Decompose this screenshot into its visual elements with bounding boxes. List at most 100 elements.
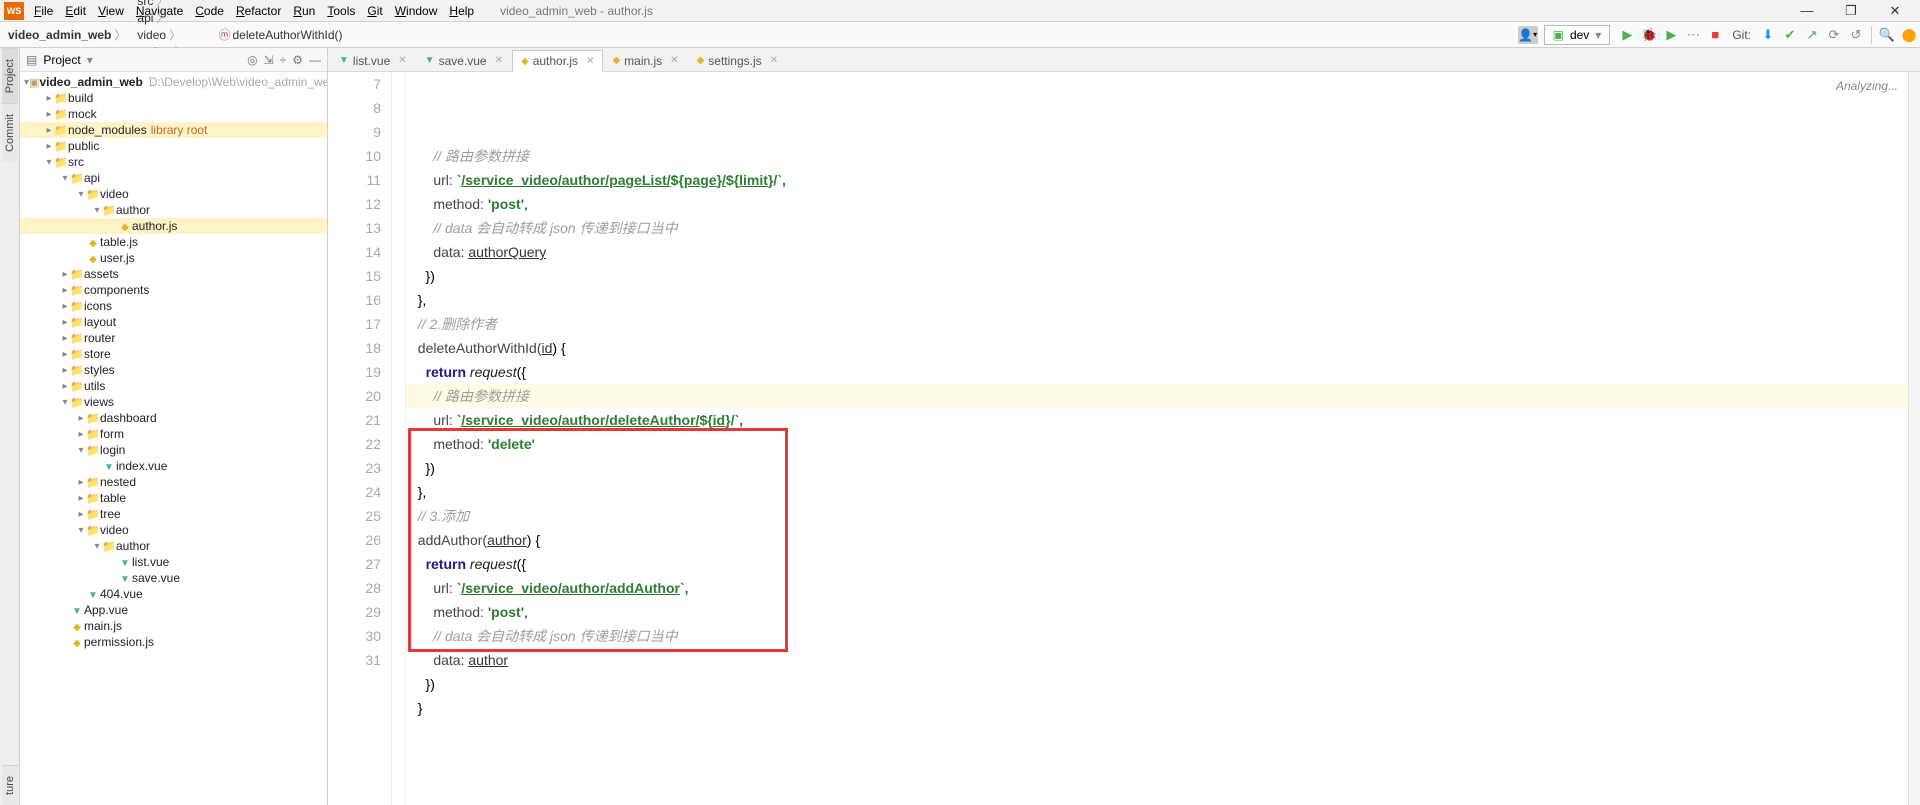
git-commit-button[interactable]: ✔ xyxy=(1781,26,1799,44)
tree-item[interactable]: ▾author xyxy=(20,202,327,218)
breadcrumb-item[interactable]: video〉 xyxy=(133,26,214,43)
coverage-button[interactable]: ▶ xyxy=(1662,26,1680,44)
code-line[interactable]: url: `/service_video/author/pageList/${p… xyxy=(410,168,1908,192)
tree-item[interactable]: ▸table xyxy=(20,490,327,506)
tree-item[interactable]: ▾api xyxy=(20,170,327,186)
git-history-button[interactable]: ⟳ xyxy=(1825,26,1843,44)
tree-item[interactable]: main.js xyxy=(20,618,327,634)
tree-item[interactable]: user.js xyxy=(20,250,327,266)
code-line[interactable]: } xyxy=(410,696,1908,720)
target-icon[interactable]: ◎ xyxy=(247,53,257,67)
close-tab-icon[interactable]: ✕ xyxy=(770,55,778,66)
git-revert-button[interactable]: ↺ xyxy=(1847,26,1865,44)
breadcrumb-item[interactable]: api〉 xyxy=(133,9,214,26)
fold-column[interactable] xyxy=(392,72,406,805)
tree-item[interactable]: table.js xyxy=(20,234,327,250)
rail-tab-project[interactable]: Project xyxy=(2,48,18,103)
editor-tab[interactable]: main.js✕ xyxy=(603,49,687,71)
project-view-title[interactable]: Project xyxy=(43,53,80,67)
code-editor[interactable]: Analyzing... // 路由参数拼接 url: `/service_vi… xyxy=(406,72,1908,805)
git-update-button[interactable]: ⬇ xyxy=(1759,26,1777,44)
tree-item[interactable]: App.vue xyxy=(20,602,327,618)
tree-item[interactable]: ▾views xyxy=(20,394,327,410)
close-tab-icon[interactable]: ✕ xyxy=(586,56,594,67)
tree-item[interactable]: ▸store xyxy=(20,346,327,362)
code-line[interactable]: // 路由参数拼接 xyxy=(410,384,1908,408)
hide-icon[interactable]: — xyxy=(309,53,321,67)
tree-item[interactable]: ▾video xyxy=(20,186,327,202)
menu-help[interactable]: Help xyxy=(443,4,480,18)
tree-item[interactable]: ▸tree xyxy=(20,506,327,522)
code-line[interactable]: }) xyxy=(410,672,1908,696)
editor-tab[interactable]: settings.js✕ xyxy=(688,49,787,71)
tree-item[interactable]: ▸dashboard xyxy=(20,410,327,426)
tree-item[interactable]: ▸icons xyxy=(20,298,327,314)
tree-item[interactable]: permission.js xyxy=(20,634,327,650)
code-line[interactable]: return request({ xyxy=(410,552,1908,576)
rail-tab-commit[interactable]: Commit xyxy=(2,103,18,162)
tree-item[interactable]: ▸router xyxy=(20,330,327,346)
tree-item[interactable]: ▸node_moduleslibrary root xyxy=(20,122,327,138)
window-maximize-button[interactable]: ❐ xyxy=(1842,2,1860,20)
chevron-down-icon[interactable]: ▾ xyxy=(87,53,93,67)
code-line[interactable]: method: 'delete' xyxy=(410,432,1908,456)
menu-git[interactable]: Git xyxy=(361,4,388,18)
tree-item[interactable]: ▾login xyxy=(20,442,327,458)
code-line[interactable]: // 路由参数拼接 xyxy=(410,144,1908,168)
breadcrumb-project[interactable]: video_admin_web〉 xyxy=(4,26,133,43)
debug-button[interactable]: 🐞 xyxy=(1640,26,1658,44)
code-line[interactable]: // 3.添加 xyxy=(410,504,1908,528)
stop-button[interactable]: ■ xyxy=(1706,26,1724,44)
code-line[interactable]: }) xyxy=(410,264,1908,288)
code-line[interactable]: data: author xyxy=(410,648,1908,672)
menu-file[interactable]: File xyxy=(28,4,59,18)
close-tab-icon[interactable]: ✕ xyxy=(398,55,406,66)
editor-tab[interactable]: list.vue✕ xyxy=(330,49,416,71)
expand-icon[interactable]: ⇲ xyxy=(264,53,274,67)
project-tree[interactable]: ▾ video_admin_web D:\Develop\Web\video_a… xyxy=(20,72,327,805)
tree-item[interactable]: ▸layout xyxy=(20,314,327,330)
menu-edit[interactable]: Edit xyxy=(59,4,92,18)
code-line[interactable]: }, xyxy=(410,480,1908,504)
window-minimize-button[interactable]: — xyxy=(1798,2,1816,20)
tree-item[interactable]: list.vue xyxy=(20,554,327,570)
code-line[interactable]: data: authorQuery xyxy=(410,240,1908,264)
collapse-icon[interactable]: ÷ xyxy=(280,53,287,67)
menu-refactor[interactable]: Refactor xyxy=(230,4,287,18)
profile-button[interactable]: ⋯ xyxy=(1684,26,1702,44)
tree-item[interactable]: ▸form xyxy=(20,426,327,442)
menu-view[interactable]: View xyxy=(92,4,130,18)
tree-item[interactable]: save.vue xyxy=(20,570,327,586)
tree-item[interactable]: ▾video xyxy=(20,522,327,538)
git-push-button[interactable]: ↗ xyxy=(1803,26,1821,44)
gear-icon[interactable]: ⚙ xyxy=(292,53,303,67)
tree-item[interactable]: ▸styles xyxy=(20,362,327,378)
code-line[interactable]: url: `/service_video/author/deleteAuthor… xyxy=(410,408,1908,432)
code-line[interactable]: // data 会自动转成 json 传递到接口当中 xyxy=(410,216,1908,240)
tree-item[interactable]: ▸utils xyxy=(20,378,327,394)
run-button[interactable]: ▶ xyxy=(1618,26,1636,44)
tree-item[interactable]: ▸public xyxy=(20,138,327,154)
tree-item[interactable]: author.js xyxy=(20,218,327,234)
editor-tab[interactable]: save.vue✕ xyxy=(416,49,512,71)
tree-item[interactable]: 404.vue xyxy=(20,586,327,602)
code-line[interactable]: }) xyxy=(410,456,1908,480)
rail-tab-structure[interactable]: ture xyxy=(2,765,18,805)
menu-run[interactable]: Run xyxy=(287,4,321,18)
code-line[interactable]: return request({ xyxy=(410,360,1908,384)
code-line[interactable]: method: 'post', xyxy=(410,192,1908,216)
close-tab-icon[interactable]: ✕ xyxy=(495,55,503,66)
code-line[interactable]: url: `/service_video/author/addAuthor`, xyxy=(410,576,1908,600)
tree-item[interactable]: ▸mock xyxy=(20,106,327,122)
code-line[interactable]: // 2.删除作者 xyxy=(410,312,1908,336)
code-line[interactable]: }, xyxy=(410,288,1908,312)
window-close-button[interactable]: ✕ xyxy=(1886,2,1904,20)
tree-item[interactable]: ▸assets xyxy=(20,266,327,282)
error-stripe[interactable] xyxy=(1908,72,1920,805)
tree-item[interactable]: ▾src xyxy=(20,154,327,170)
ide-settings-button[interactable]: ⬤ xyxy=(1900,26,1918,44)
code-line[interactable]: // data 会自动转成 json 传递到接口当中 xyxy=(410,624,1908,648)
tree-item[interactable]: ▸components xyxy=(20,282,327,298)
breadcrumb-item[interactable]: src〉 xyxy=(133,0,214,9)
user-icon[interactable]: 👤▾ xyxy=(1518,26,1538,44)
